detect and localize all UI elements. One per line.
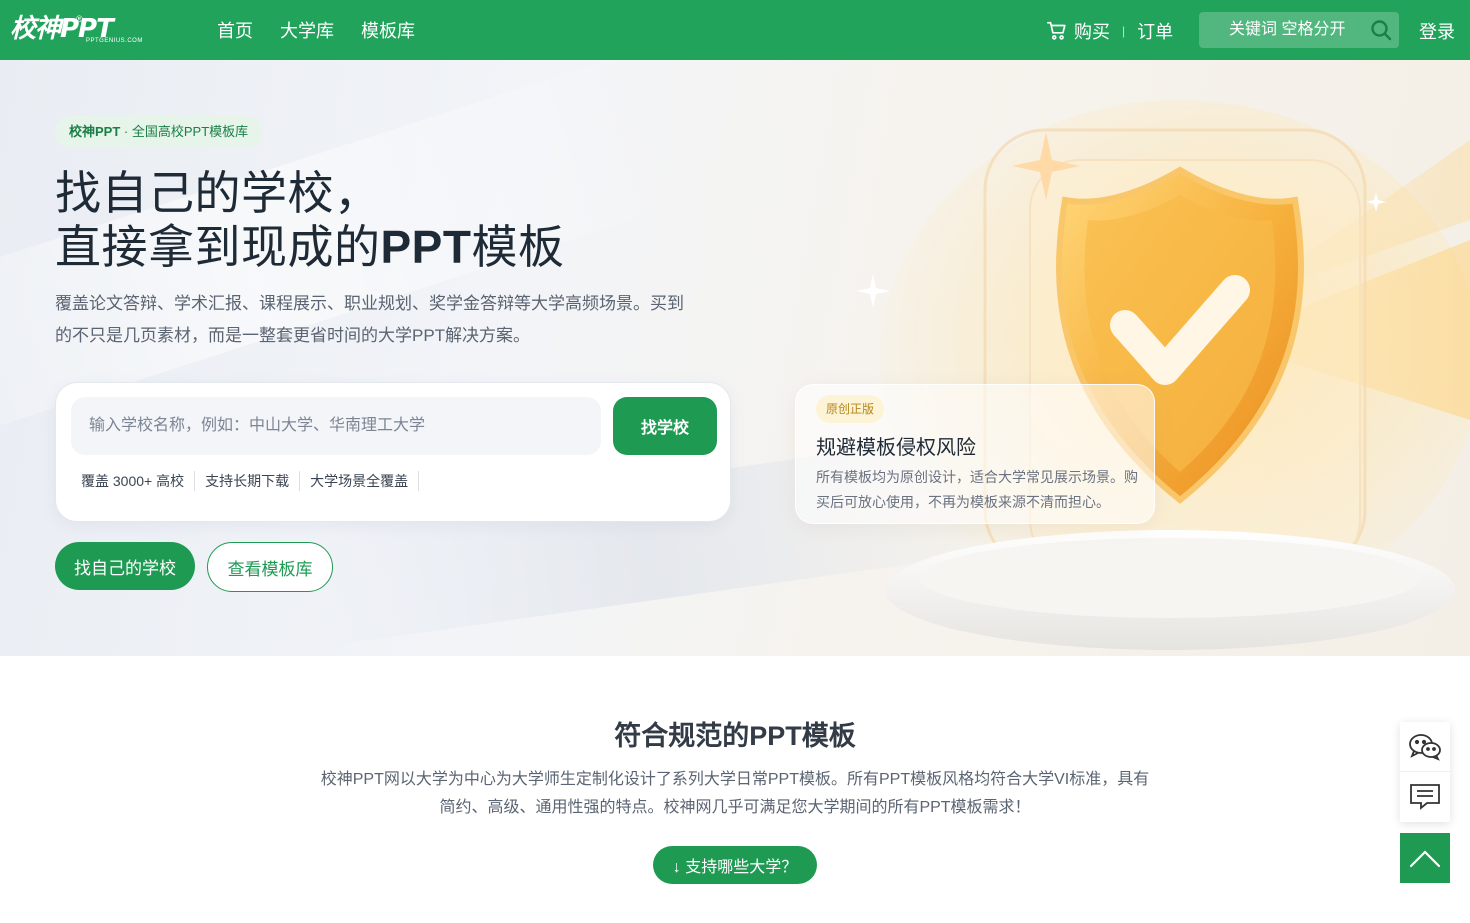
info-card-title: 规避模板侵权风险 [816, 437, 976, 459]
hero-title-line1: 找自己的学校， [55, 167, 381, 219]
hero-description: 覆盖论文答辩、学术汇报、课程展示、职业规划、奖学金答辩等大学高频场景。买到的不只… [55, 294, 684, 345]
back-to-top-button[interactable] [1400, 833, 1450, 883]
message-icon [1410, 784, 1440, 810]
feature-item: 支持长期下载 [205, 471, 301, 491]
find-my-school-button[interactable]: 找自己的学校 [55, 542, 195, 590]
section-description: 校神PPT网以大学为中心为大学师生定制化设计了系列大学日常PPT模板。所有PPT… [320, 771, 1150, 816]
back-to-top-icon [1409, 850, 1441, 868]
hero-title-line2: 直接拿到现成的PPT模板 [55, 220, 564, 274]
school-search-input[interactable] [71, 397, 601, 455]
wechat-button[interactable] [1400, 722, 1450, 772]
cart-icon[interactable] [1046, 20, 1068, 42]
message-button[interactable] [1400, 772, 1450, 822]
login-link[interactable]: 登录 [1419, 18, 1455, 44]
main-nav: 首页 大学库 模板库 [217, 0, 415, 60]
logo-registered-mark: ® [76, 14, 83, 24]
feature-list: 覆盖 3000+ 高校 支持长期下载 大学场景全覆盖 [81, 471, 429, 491]
wechat-icon [1409, 733, 1441, 761]
orders-link[interactable]: 订单 [1137, 18, 1173, 44]
hero-section: 校神PPT · 全国高校PPT模板库 找自己的学校， 直接拿到现成的PPT模板 … [0, 60, 1470, 656]
header-search [1199, 12, 1399, 48]
section-title: 符合规范的PPT模板 [614, 721, 856, 751]
site-logo[interactable]: 校神PPT ® PPTGENIUS.COM [10, 14, 158, 46]
nav-template-library[interactable]: 模板库 [361, 17, 415, 43]
header-search-input[interactable] [1199, 12, 1364, 48]
original-copyright-card: 原创正版 规避模板侵权风险 所有模板均为原创设计，适合大学常见展示场景。购买后可… [795, 384, 1155, 524]
buy-link[interactable]: 购买 [1074, 18, 1110, 44]
search-icon[interactable] [1369, 18, 1393, 42]
supported-universities-button[interactable]: ↓ 支持哪些大学？ [653, 846, 817, 884]
feature-item: 覆盖 3000+ 高校 [81, 471, 196, 491]
hero-title-part: 模板 [471, 221, 565, 273]
tagline-text: · 全国高校PPT模板库 [120, 124, 249, 139]
top-nav-bar: 校神PPT ® PPTGENIUS.COM 首页 大学库 模板库 购买 | 订单… [0, 0, 1470, 60]
logo-subtitle: PPTGENIUS.COM [86, 38, 143, 44]
view-templates-button[interactable]: 查看模板库 [207, 542, 333, 592]
nav-home[interactable]: 首页 [217, 17, 253, 43]
school-search-card: 找学校 覆盖 3000+ 高校 支持长期下载 大学场景全覆盖 [55, 382, 731, 522]
cart-orders-group: 购买 | 订单 [1046, 18, 1173, 44]
original-badge: 原创正版 [816, 395, 885, 423]
info-card-text: 所有模板均为原创设计，适合大学常见展示场景。购买后可放心使用，不再为模板来源不清… [816, 469, 1138, 510]
feature-item: 大学场景全覆盖 [310, 471, 420, 491]
find-school-button[interactable]: 找学校 [613, 397, 717, 455]
hero-title-part: 直接拿到现成的 [55, 221, 381, 273]
side-float-panel [1400, 722, 1450, 822]
tagline-brand: 校神PPT [69, 124, 121, 139]
hero-title-ppt: PPT [380, 221, 472, 273]
hero-title: 找自己的学校， 直接拿到现成的PPT模板 [55, 166, 564, 274]
nav-university-library[interactable]: 大学库 [280, 17, 334, 43]
shield-check-illustration [856, 100, 1470, 650]
hero-tagline: 校神PPT · 全国高校PPT模板库 [55, 116, 263, 148]
nav-separator: | [1122, 24, 1126, 38]
